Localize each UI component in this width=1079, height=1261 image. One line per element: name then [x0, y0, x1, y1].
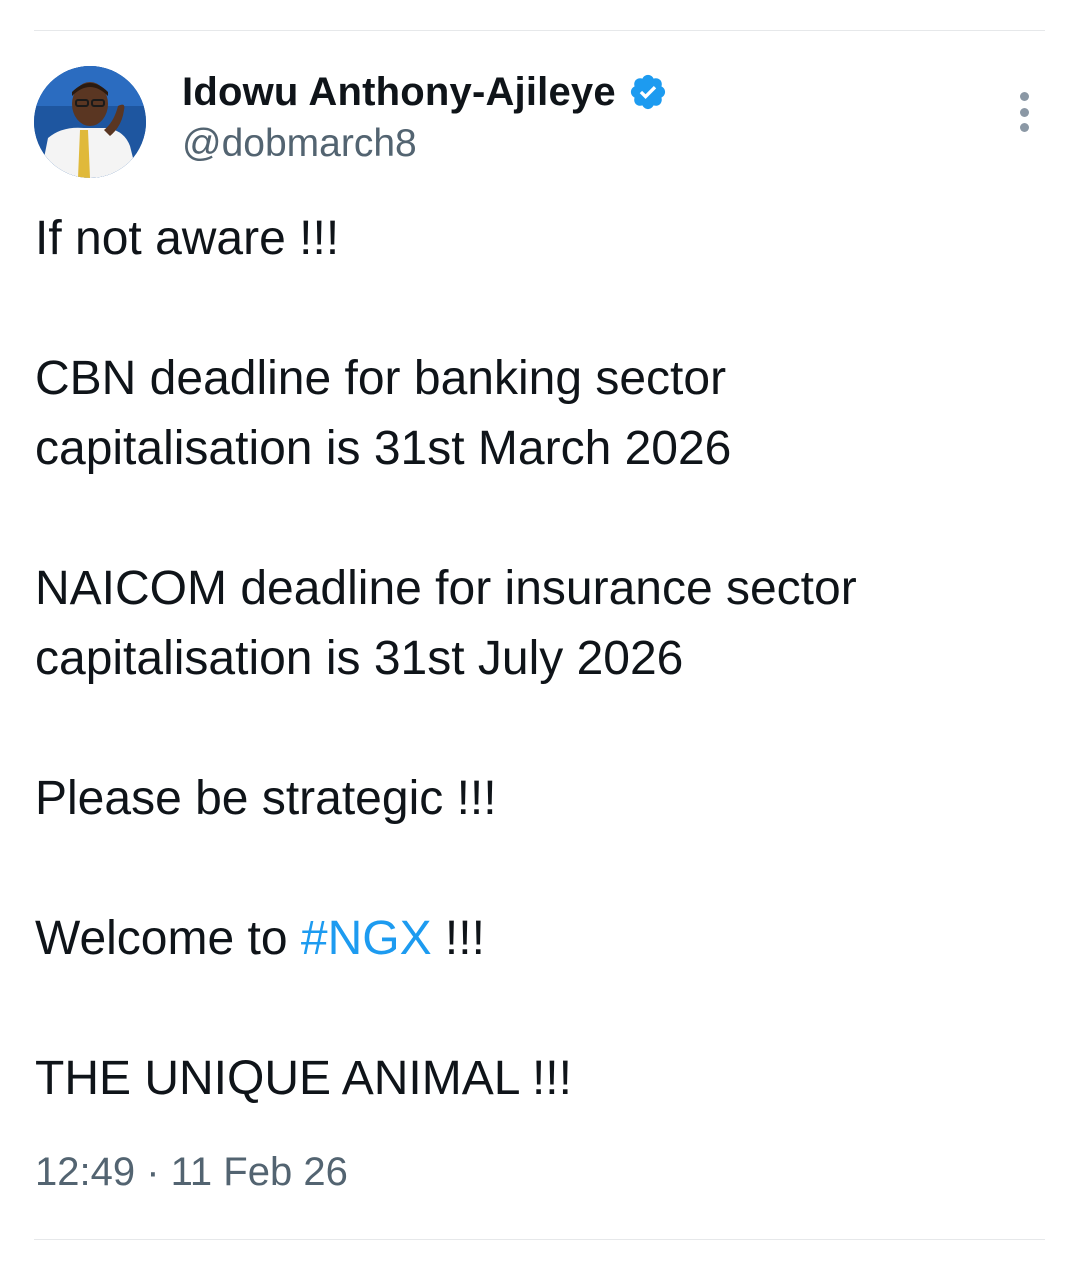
more-dot	[1019, 92, 1029, 101]
tweet-paragraph: If not aware !!!	[35, 204, 1045, 274]
more-dot	[1019, 107, 1029, 117]
tweet-date[interactable]: 11 Feb 26	[171, 1150, 348, 1194]
tweet-paragraph: Welcome to #NGX !!!	[35, 904, 1045, 974]
hashtag-link[interactable]: #NGX	[301, 912, 432, 965]
tweet-meta: 12:49 · 11 Feb 26	[35, 1150, 348, 1195]
verified-badge-icon[interactable]	[628, 72, 668, 112]
tweet-line: If not aware !!!	[35, 212, 340, 265]
tweet-line: NAICOM deadline for insurance sector	[35, 562, 857, 615]
tweet-text: If not aware !!! CBN deadline for bankin…	[35, 204, 1045, 1114]
top-divider	[34, 30, 1045, 31]
tweet-paragraph: NAICOM deadline for insurance sector cap…	[35, 554, 1045, 694]
user-handle[interactable]: @dobmarch8	[182, 122, 668, 166]
tweet-line: capitalisation is 31st July 2026	[35, 632, 684, 685]
meta-separator: ·	[135, 1150, 171, 1194]
tweet-time[interactable]: 12:49	[35, 1150, 135, 1194]
bottom-divider	[34, 1239, 1045, 1240]
tweet-paragraph: THE UNIQUE ANIMAL !!!	[35, 1044, 1045, 1114]
author-block: Idowu Anthony-Ajileye @dobmarch8	[182, 64, 668, 166]
profile-photo	[34, 66, 146, 178]
more-dot	[1019, 123, 1029, 132]
tweet-line: CBN deadline for banking sector	[35, 352, 727, 405]
tweet-paragraph: CBN deadline for banking sector capitali…	[35, 344, 1045, 484]
tweet-line: Please be strategic !!!	[35, 772, 497, 825]
tweet-paragraph: Please be strategic !!!	[35, 764, 1045, 834]
tweet-line: Welcome to	[35, 912, 301, 965]
avatar[interactable]	[34, 66, 146, 178]
name-row: Idowu Anthony-Ajileye	[182, 64, 668, 120]
tweet-line: capitalisation is 31st March 2026	[35, 422, 732, 475]
more-options-icon[interactable]	[1008, 88, 1040, 136]
display-name[interactable]: Idowu Anthony-Ajileye	[182, 70, 616, 115]
tweet-line: !!!	[431, 912, 485, 965]
tweet-line: THE UNIQUE ANIMAL !!!	[35, 1052, 572, 1105]
